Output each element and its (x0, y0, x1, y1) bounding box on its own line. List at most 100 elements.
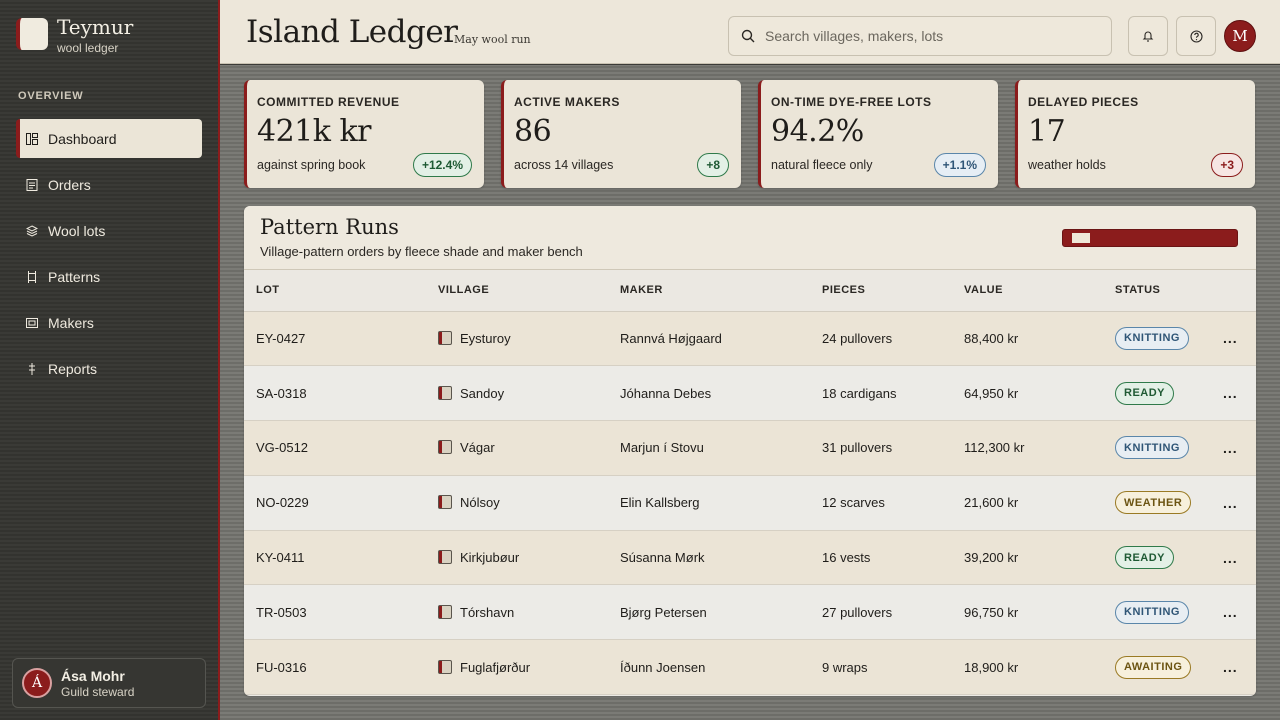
sidebar-item-label: Makers (48, 314, 94, 331)
sidebar-item-wool-lots[interactable]: Wool lots (16, 211, 202, 250)
notifications-button[interactable] (1128, 16, 1168, 56)
sidebar-item-dashboard[interactable]: Dashboard (16, 119, 202, 158)
help-button[interactable] (1176, 16, 1216, 56)
order-value: 18,900 kr (964, 659, 1019, 675)
order-value: 64,950 kr (964, 385, 1019, 401)
village-name: Fuglafjørður (460, 659, 531, 675)
sidebar-item-patterns[interactable]: Patterns (16, 257, 202, 296)
row-more-icon[interactable]: ... (1223, 659, 1238, 675)
status-badge: KNITTING (1115, 326, 1189, 350)
bell-icon (1142, 31, 1154, 42)
table-row[interactable]: VG-0512 Vágar Marjun í Stovu 31 pullovers 11… (244, 420, 1256, 476)
status-badge: KNITTING (1115, 600, 1189, 624)
column-header-value[interactable]: VALUE (952, 270, 1103, 312)
sidebar-item-label: Reports (48, 360, 98, 377)
table-row[interactable]: SA-0318 Sandoy Jóhanna Debes 18 cardigans 64… (244, 365, 1256, 422)
row-more-icon[interactable]: ... (1223, 604, 1238, 620)
cell-actions: ... (1223, 420, 1256, 476)
pieces-count: 9 wraps (822, 659, 868, 675)
fleece-swatch-icon (438, 385, 452, 400)
lot-id: KY-0411 (256, 550, 305, 566)
row-more-icon[interactable]: ... (1223, 440, 1238, 456)
lot-id: TR-0503 (256, 604, 307, 620)
cell-status: KNITTING (1103, 420, 1223, 476)
brand-logo (16, 18, 48, 50)
sidebar-item-label: Patterns (48, 268, 101, 285)
kpi-badge: +8 (697, 153, 729, 177)
brand-sub: wool ledger (57, 41, 119, 55)
kpi-value: 17 (1028, 114, 1066, 149)
fleece-swatch-icon (438, 550, 452, 565)
status-badge: READY (1115, 546, 1175, 570)
table-row[interactable]: NO-0229 Nólsoy Elin Kallsberg 12 scarves 21,… (244, 475, 1256, 531)
order-value: 112,300 kr (964, 440, 1025, 456)
village-name: Sandoy (460, 385, 505, 401)
kpi-value: 86 (514, 114, 552, 149)
kpi-label: ACTIVE MAKERS (514, 95, 620, 109)
status-badge: READY (1115, 381, 1175, 405)
sidebar-item-label: Dashboard (48, 130, 117, 147)
sidebar-item-reports[interactable]: Reports (16, 349, 202, 388)
cell-village: Eysturoy (426, 311, 608, 367)
cell-status: AWAITING (1103, 639, 1223, 696)
table-row[interactable]: EY-0427 Eysturoy Rannvá Højgaard 24 pullove… (244, 311, 1256, 367)
brand[interactable]: Teymur wool ledger (16, 16, 133, 55)
kpi-note: across 14 villages (514, 158, 614, 172)
lot-id: EY-0427 (256, 330, 306, 346)
cell-pieces: 12 scarves (810, 475, 952, 531)
kpi-value: 421k kr (257, 114, 372, 149)
table-row[interactable]: FU-0316 Fuglafjørður Íðunn Joensen 9 wraps 1… (244, 639, 1256, 696)
cell-status: READY (1103, 530, 1223, 586)
reports-icon (26, 362, 38, 375)
order-value: 88,400 kr (964, 330, 1019, 346)
kpi-committed-revenue: COMMITTED REVENUE 421k kr against spring… (244, 80, 484, 188)
user-role: Guild steward (61, 684, 135, 699)
column-header-village[interactable]: VILLAGE (426, 270, 608, 312)
maker-name: Marjun í Stovu (620, 440, 704, 456)
column-header-status[interactable]: STATUS (1103, 270, 1223, 312)
row-more-icon[interactable]: ... (1223, 550, 1238, 566)
column-header-pieces[interactable]: PIECES (810, 270, 952, 312)
village-name: Tórshavn (460, 604, 515, 620)
layers-icon (26, 224, 38, 237)
cell-value: 21,600 kr (952, 475, 1103, 531)
cell-maker: Súsanna Mørk (608, 530, 810, 586)
user-card[interactable]: Á Ása Mohr Guild steward (12, 658, 206, 708)
orders-icon (26, 178, 38, 191)
order-value: 39,200 kr (964, 550, 1019, 566)
row-more-icon[interactable]: ... (1223, 385, 1238, 401)
pieces-count: 24 pullovers (822, 330, 893, 346)
lot-id: VG-0512 (256, 440, 309, 456)
cell-maker: Jóhanna Debes (608, 365, 810, 422)
pieces-count: 31 pullovers (822, 440, 893, 456)
column-header-maker[interactable]: MAKER (608, 270, 810, 312)
table-row[interactable]: TR-0503 Tórshavn Bjørg Petersen 27 pullover… (244, 584, 1256, 641)
column-header-lot[interactable]: LOT (244, 270, 426, 312)
account-avatar[interactable]: M (1224, 20, 1256, 52)
cell-pieces: 24 pullovers (810, 311, 952, 367)
kpi-label: DELAYED PIECES (1028, 95, 1139, 109)
row-more-icon[interactable]: ... (1223, 495, 1238, 511)
search-icon (741, 29, 755, 43)
row-more-icon[interactable]: ... (1223, 330, 1238, 346)
cell-value: 18,900 kr (952, 639, 1103, 696)
pieces-count: 18 cardigans (822, 385, 897, 401)
cell-value: 112,300 kr (952, 420, 1103, 476)
search-input[interactable] (765, 28, 1095, 44)
maker-name: Súsanna Mørk (620, 550, 705, 566)
search-box[interactable] (728, 16, 1112, 56)
cell-actions: ... (1223, 639, 1256, 696)
cell-village: Sandoy (426, 365, 608, 422)
kpi-label: ON-TIME DYE-FREE LOTS (771, 95, 932, 109)
cell-status: WEATHER (1103, 475, 1223, 531)
panel-title: Pattern Runs (260, 215, 399, 239)
table-row[interactable]: KY-0411 Kirkjubøur Súsanna Mørk 16 vests 39,… (244, 530, 1256, 586)
sidebar-item-orders[interactable]: Orders (16, 165, 202, 204)
kpi-badge: +12.4% (412, 153, 472, 177)
cell-lot: NO-0229 (244, 475, 426, 531)
kpi-note: weather holds (1028, 158, 1106, 172)
sidebar-item-makers[interactable]: Makers (16, 303, 202, 342)
cell-maker: Íðunn Joensen (608, 639, 810, 696)
cell-lot: VG-0512 (244, 420, 426, 476)
cell-pieces: 18 cardigans (810, 365, 952, 422)
